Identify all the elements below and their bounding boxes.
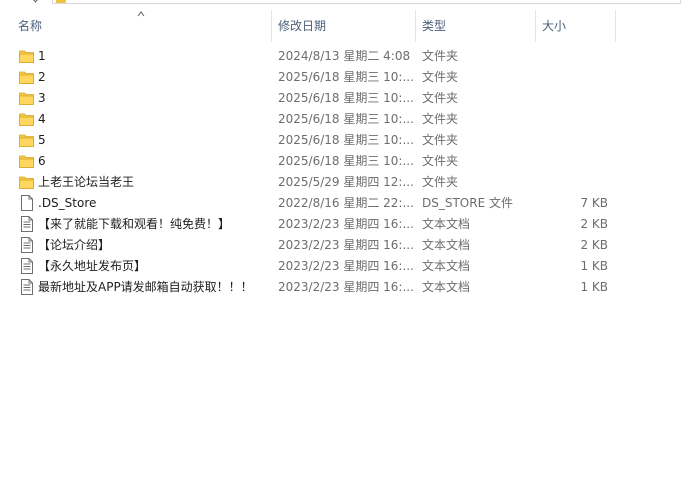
file-type: 文件夹 (422, 70, 459, 84)
file-name: .DS_Store (38, 196, 97, 210)
folder-icon (19, 109, 35, 130)
chevron-down-icon[interactable] (30, 0, 41, 3)
file-row[interactable]: 上老王论坛当老王 2025/5/29 星期四 12:... 文件夹 (0, 172, 681, 193)
folder-icon (19, 46, 35, 67)
file-name: 2 (38, 70, 46, 84)
file-row[interactable]: 【永久地址发布页】 2023/2/23 星期四 16:... 文本文档 1 KB (0, 256, 681, 277)
file-date: 2025/6/18 星期三 10:... (278, 133, 414, 147)
file-name: 3 (38, 91, 46, 105)
column-header-size[interactable]: 大小 (536, 10, 616, 42)
folder-icon (19, 67, 35, 88)
file-size (540, 46, 608, 67)
file-size (540, 130, 608, 151)
file-name: 上老王论坛当老王 (38, 175, 135, 189)
text-file-icon (19, 277, 35, 298)
text-file-icon (19, 256, 35, 277)
file-row[interactable]: 4 2025/6/18 星期三 10:... 文件夹 (0, 109, 681, 130)
file-date: 2024/8/13 星期二 4:08 (278, 49, 411, 63)
address-bar[interactable] (52, 0, 681, 4)
file-type: 文件夹 (422, 91, 459, 105)
file-date: 2025/5/29 星期四 12:... (278, 175, 414, 189)
file-row[interactable]: 1 2024/8/13 星期二 4:08 文件夹 (0, 46, 681, 67)
column-header-type[interactable]: 类型 (416, 10, 536, 42)
file-row[interactable]: 3 2025/6/18 星期三 10:... 文件夹 (0, 88, 681, 109)
file-type: 文本文档 (422, 238, 471, 252)
file-name: 【来了就能下载和观看！纯免费！】 (38, 217, 231, 231)
file-date: 2025/6/18 星期三 10:... (278, 91, 414, 105)
file-name: 4 (38, 112, 46, 126)
folder-icon (19, 130, 35, 151)
file-date: 2025/6/18 星期三 10:... (278, 112, 414, 126)
address-folder-icon (56, 0, 66, 3)
file-name: 5 (38, 133, 46, 147)
file-row[interactable]: 【论坛介绍】 2023/2/23 星期四 16:... 文本文档 2 KB (0, 235, 681, 256)
file-date: 2023/2/23 星期四 16:... (278, 238, 414, 252)
text-file-icon (19, 235, 35, 256)
file-type: 文本文档 (422, 259, 471, 273)
text-file-icon (19, 214, 35, 235)
column-header-date[interactable]: 修改日期 (272, 10, 416, 42)
folder-icon (19, 172, 35, 193)
file-size (540, 172, 608, 193)
file-type: 文件夹 (422, 154, 459, 168)
file-name: 1 (38, 49, 46, 63)
file-name: 6 (38, 154, 46, 168)
file-row[interactable]: 【来了就能下载和观看！纯免费！】 2023/2/23 星期四 16:... 文本文档… (0, 214, 681, 235)
file-date: 2023/2/23 星期四 16:... (278, 259, 414, 273)
file-size: 7 KB (580, 196, 608, 210)
file-type: 文件夹 (422, 112, 459, 126)
column-header-name[interactable]: 名称 (12, 10, 272, 42)
file-list: 1 2024/8/13 星期二 4:08 文件夹 2 2025/6/18 星期三 10:… (0, 46, 681, 298)
file-type: 文件夹 (422, 175, 459, 189)
column-header: 名称 修改日期 类型 大小 (0, 10, 681, 42)
folder-icon (19, 151, 35, 172)
file-date: 2025/6/18 星期三 10:... (278, 154, 414, 168)
file-name: 最新地址及APP请发邮箱自动获取！！！ (38, 280, 253, 294)
file-type: DS_STORE 文件 (422, 196, 513, 210)
file-row[interactable]: 2 2025/6/18 星期三 10:... 文件夹 (0, 67, 681, 88)
file-date: 2022/8/16 星期二 22:... (278, 196, 414, 210)
file-size: 2 KB (580, 217, 608, 231)
file-date: 2023/2/23 星期四 16:... (278, 280, 414, 294)
file-row[interactable]: 6 2025/6/18 星期三 10:... 文件夹 (0, 151, 681, 172)
file-date: 2025/6/18 星期三 10:... (278, 70, 414, 84)
file-size (540, 151, 608, 172)
file-type: 文本文档 (422, 280, 471, 294)
file-size (540, 109, 608, 130)
file-size: 2 KB (580, 238, 608, 252)
file-type: 文件夹 (422, 133, 459, 147)
file-row[interactable]: 最新地址及APP请发邮箱自动获取！！！ 2023/2/23 星期四 16:... 文… (0, 277, 681, 298)
file-name: 【论坛介绍】 (38, 238, 111, 252)
file-size (540, 88, 608, 109)
file-row[interactable]: .DS_Store 2022/8/16 星期二 22:... DS_STORE 文件… (0, 193, 681, 214)
file-type: 文本文档 (422, 217, 471, 231)
file-type: 文件夹 (422, 49, 459, 63)
folder-icon (19, 88, 35, 109)
file-name: 【永久地址发布页】 (38, 259, 147, 273)
file-icon (19, 193, 35, 214)
address-bar-area (0, 0, 681, 6)
file-date: 2023/2/23 星期四 16:... (278, 217, 414, 231)
file-row[interactable]: 5 2025/6/18 星期三 10:... 文件夹 (0, 130, 681, 151)
file-size: 1 KB (580, 280, 608, 294)
file-size (540, 67, 608, 88)
file-size: 1 KB (580, 259, 608, 273)
